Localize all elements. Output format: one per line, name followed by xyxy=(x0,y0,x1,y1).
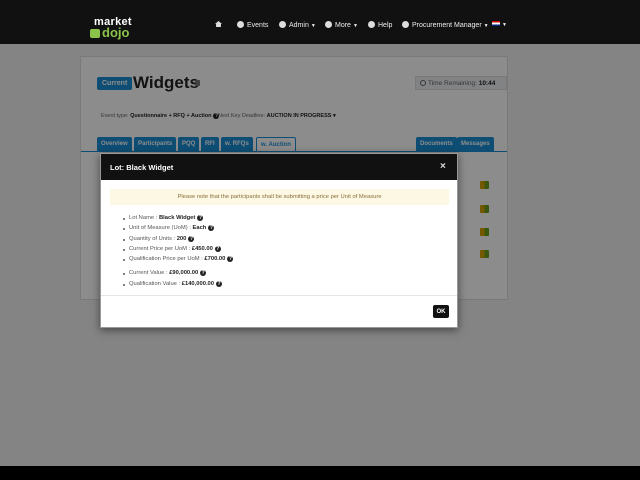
admin-icon xyxy=(279,21,286,28)
logo-box-icon xyxy=(90,29,100,38)
nav-language[interactable]: ▼ xyxy=(492,21,507,28)
user-icon xyxy=(402,21,409,28)
help-icon xyxy=(368,21,375,28)
nav-events[interactable]: Events xyxy=(237,21,268,29)
modal-footer-divider xyxy=(101,295,457,296)
modal-title: Lot: Black Widget xyxy=(110,163,174,172)
uk-flag-icon xyxy=(492,21,500,26)
question-icon[interactable]: ? xyxy=(227,256,234,263)
question-icon[interactable]: ? xyxy=(216,280,223,287)
bottom-letterbox xyxy=(0,466,640,480)
close-icon[interactable]: × xyxy=(440,161,446,172)
ok-button[interactable]: OK xyxy=(433,305,449,318)
nav-help[interactable]: Help xyxy=(368,21,392,29)
nav-admin[interactable]: Admin ▼ xyxy=(279,21,316,29)
chevron-down-icon: ▼ xyxy=(502,22,507,28)
qualification-value-item: Qualification Value : £140,000.00? xyxy=(123,280,233,291)
nav-more[interactable]: More ▼ xyxy=(325,21,358,29)
top-navbar: market dojo Events Admin ▼ More ▼ Help Pro… xyxy=(0,0,640,44)
current-value-item: Current Value : £90,000.00? xyxy=(123,270,233,280)
lot-details-modal: Lot: Black Widget × Please note that the… xyxy=(100,153,458,328)
question-icon[interactable]: ? xyxy=(208,225,215,232)
question-icon[interactable]: ? xyxy=(197,215,204,221)
events-icon xyxy=(237,21,244,28)
question-icon[interactable]: ? xyxy=(188,235,195,242)
notice-banner: Please note that the participants shall … xyxy=(110,189,449,205)
question-icon[interactable]: ? xyxy=(200,270,207,277)
chevron-down-icon: ▼ xyxy=(352,23,358,29)
logo-text-dojo: dojo xyxy=(90,25,129,40)
modal-header: Lot: Black Widget × xyxy=(101,154,457,180)
uom-item: Unit of Measure (UoM) : Each? xyxy=(123,225,233,235)
more-icon xyxy=(325,21,332,28)
chevron-down-icon: ▼ xyxy=(310,23,316,29)
nav-home[interactable] xyxy=(215,21,222,29)
nav-user-menu[interactable]: Procurement Manager ▼ xyxy=(402,21,489,29)
question-icon[interactable]: ? xyxy=(214,245,221,252)
chevron-down-icon: ▼ xyxy=(483,23,489,29)
home-icon xyxy=(215,21,222,27)
lot-name-item: Lot Name : Black Widget? xyxy=(123,215,233,225)
qualification-price-item: Qualification Price per UoM : £700.00? xyxy=(123,256,234,266)
current-price-item: Current Price per UoM : £450.00? xyxy=(123,245,233,256)
lot-details-list: Lot Name : Black Widget? Unit of Measure… xyxy=(123,215,234,291)
quantity-item: Quantity of Units : 200? xyxy=(123,235,233,246)
